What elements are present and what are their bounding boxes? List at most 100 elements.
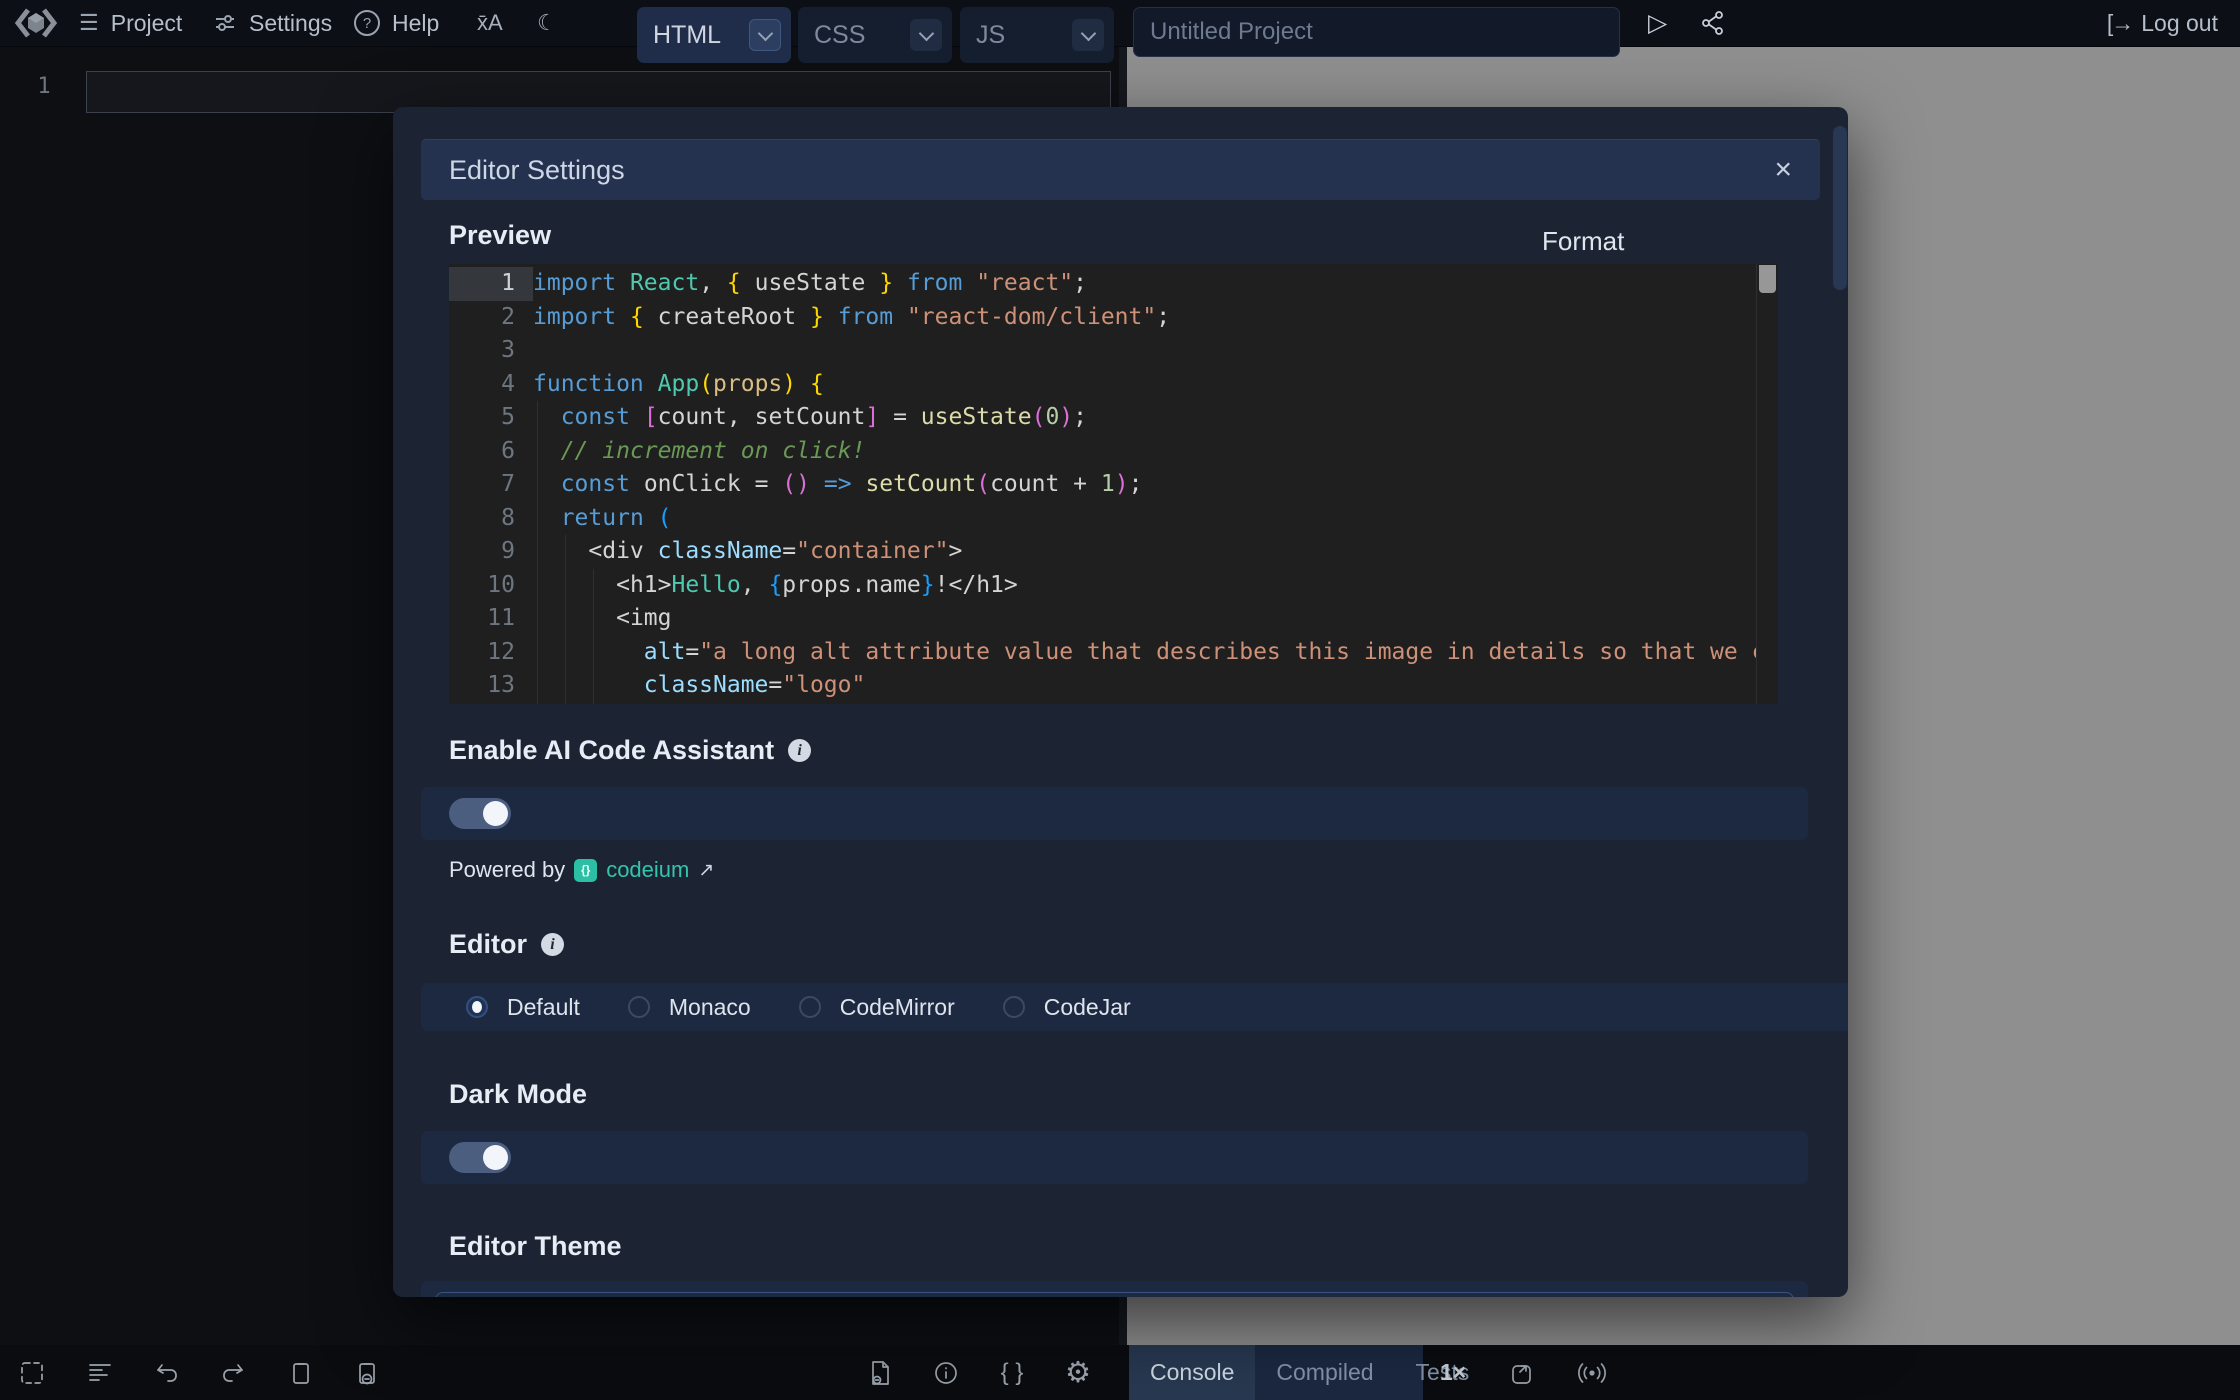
hamburger-icon: ☰ xyxy=(79,10,99,36)
undo-icon[interactable] xyxy=(147,1345,187,1400)
select-css-panel[interactable]: CSS xyxy=(798,7,952,63)
code-line: 13 className="logo" xyxy=(449,669,1778,703)
indent-guide xyxy=(593,569,594,704)
code-scrollbar-track[interactable] xyxy=(1756,264,1778,704)
codeium-icon: {} xyxy=(574,859,597,882)
menu-project[interactable]: ☰ Project xyxy=(79,0,182,46)
menu-project-label: Project xyxy=(111,10,183,37)
codeium-link[interactable]: codeium xyxy=(606,857,689,883)
menu-settings[interactable]: Settings xyxy=(213,0,332,46)
logout-label: Log out xyxy=(2141,10,2218,37)
dark-mode-toggle[interactable] xyxy=(449,1142,511,1173)
braces-icon[interactable]: { } xyxy=(992,1345,1032,1400)
radio-monaco[interactable]: Monaco xyxy=(628,994,751,1021)
info-icon[interactable]: i xyxy=(788,739,811,762)
translate-icon: x̄A xyxy=(477,10,503,36)
radio-codemirror[interactable]: CodeMirror xyxy=(799,994,955,1021)
chevron-down-icon[interactable] xyxy=(910,19,942,51)
powered-by: Powered by {} codeium ↗ xyxy=(449,857,714,883)
logout-icon: [→ xyxy=(2107,10,2132,37)
run-button[interactable]: ▷ xyxy=(1648,0,1667,46)
translate-button[interactable]: x̄A xyxy=(477,0,503,46)
menu-help[interactable]: ? Help xyxy=(354,0,439,46)
dark-mode-row xyxy=(421,1131,1808,1184)
modal-title: Editor Settings xyxy=(449,155,625,186)
select-html-panel[interactable]: HTML xyxy=(637,7,791,63)
app-logo[interactable] xyxy=(14,5,58,41)
moon-icon: ☾ xyxy=(537,10,557,36)
code-line: 6 // increment on click! xyxy=(449,435,1778,469)
radio-circle xyxy=(466,996,488,1018)
radio-circle xyxy=(799,996,821,1018)
radio-circle xyxy=(1003,996,1025,1018)
logout-button[interactable]: [→ Log out xyxy=(2107,0,2218,46)
select-js-panel[interactable]: JS xyxy=(960,7,1114,63)
clipboard-paste-icon[interactable] xyxy=(347,1345,387,1400)
code-line: 9 <div className="container"> xyxy=(449,535,1778,569)
radio-default[interactable]: Default xyxy=(466,994,580,1021)
indent-guide xyxy=(537,401,538,704)
code-line: 4function App(props) { xyxy=(449,368,1778,402)
code-line: 1import React, { useState } from "react"… xyxy=(449,267,1778,301)
close-icon[interactable]: × xyxy=(1774,155,1792,185)
code-scrollbar-thumb[interactable] xyxy=(1759,265,1776,293)
modal-scrollbar-thumb[interactable] xyxy=(1833,126,1847,290)
external-link-icon[interactable]: ↗ xyxy=(698,859,714,882)
code-cube-logo-icon xyxy=(14,4,58,42)
output-tabs: Console Compiled Tests xyxy=(1129,1345,1423,1400)
format-button[interactable]: Format xyxy=(1542,226,1624,257)
toggle-thumb xyxy=(483,801,508,826)
toggle-thumb xyxy=(483,1145,508,1170)
powered-by-label: Powered by xyxy=(449,857,565,883)
share-icon xyxy=(1702,11,1724,35)
ai-assistant-heading: Enable AI Code Assistant i xyxy=(449,735,811,766)
help-icon: ? xyxy=(354,10,380,36)
redo-icon[interactable] xyxy=(213,1345,253,1400)
editor-theme-select[interactable] xyxy=(435,1292,1794,1297)
dark-mode-heading: Dark Mode xyxy=(449,1079,587,1110)
preview-code-editor[interactable]: 1import React, { useState } from "react"… xyxy=(449,264,1778,704)
code-line: 2import { createRoot } from "react-dom/c… xyxy=(449,301,1778,335)
editor-theme-heading: Editor Theme xyxy=(449,1231,622,1262)
editor-choice-heading: Editor i xyxy=(449,929,564,960)
radio-codejar[interactable]: CodeJar xyxy=(1003,994,1131,1021)
chevron-down-icon[interactable] xyxy=(1072,19,1104,51)
share-button[interactable] xyxy=(1702,0,1724,46)
editor-theme-row xyxy=(421,1281,1808,1297)
open-preview-icon[interactable] xyxy=(1503,1345,1543,1400)
ai-assistant-toggle[interactable] xyxy=(449,798,511,829)
dark-mode-button[interactable]: ☾ xyxy=(537,0,557,46)
radio-circle xyxy=(628,996,650,1018)
project-name-input[interactable] xyxy=(1133,7,1620,57)
code-line: 3 xyxy=(449,334,1778,368)
run-icon: ▷ xyxy=(1648,8,1667,38)
gear-icon[interactable]: ⚙ xyxy=(1058,1345,1098,1400)
sliders-icon xyxy=(213,11,237,35)
info-circle-icon[interactable] xyxy=(926,1345,966,1400)
tab-compiled[interactable]: Compiled xyxy=(1255,1345,1394,1400)
code-line: 12 alt="a long alt attribute value that … xyxy=(449,636,1778,670)
preview-code-lines: 1import React, { useState } from "react"… xyxy=(449,267,1778,703)
menu-help-label: Help xyxy=(392,10,439,37)
zoom-level-button[interactable]: 1× xyxy=(1440,1345,1466,1400)
code-line: 5 const [count, setCount] = useState(0); xyxy=(449,401,1778,435)
select-js-label: JS xyxy=(976,21,1005,50)
code-line: 7 const onClick = () => setCount(count +… xyxy=(449,468,1778,502)
tab-console[interactable]: Console xyxy=(1129,1345,1255,1400)
editor-settings-modal: Editor Settings × Preview Format 1import… xyxy=(393,107,1848,1297)
top-bar: ☰ Project Settings ? Help x̄A ☾ HTML CSS xyxy=(0,0,2240,47)
info-icon[interactable]: i xyxy=(541,933,564,956)
app-screen: ☰ Project Settings ? Help x̄A ☾ HTML CSS xyxy=(0,0,2240,1400)
code-line: 11 <img xyxy=(449,602,1778,636)
broadcast-icon[interactable] xyxy=(1572,1345,1612,1400)
chevron-down-icon[interactable] xyxy=(749,19,781,51)
selection-icon[interactable] xyxy=(12,1345,52,1400)
indent-guide xyxy=(565,535,566,704)
editor-line-number: 1 xyxy=(24,74,64,99)
file-code-icon[interactable] xyxy=(860,1345,900,1400)
align-left-icon[interactable] xyxy=(80,1345,120,1400)
ai-assistant-row xyxy=(421,787,1808,840)
menu-settings-label: Settings xyxy=(249,10,332,37)
modal-header: Editor Settings × xyxy=(421,139,1820,200)
clipboard-icon[interactable] xyxy=(281,1345,321,1400)
